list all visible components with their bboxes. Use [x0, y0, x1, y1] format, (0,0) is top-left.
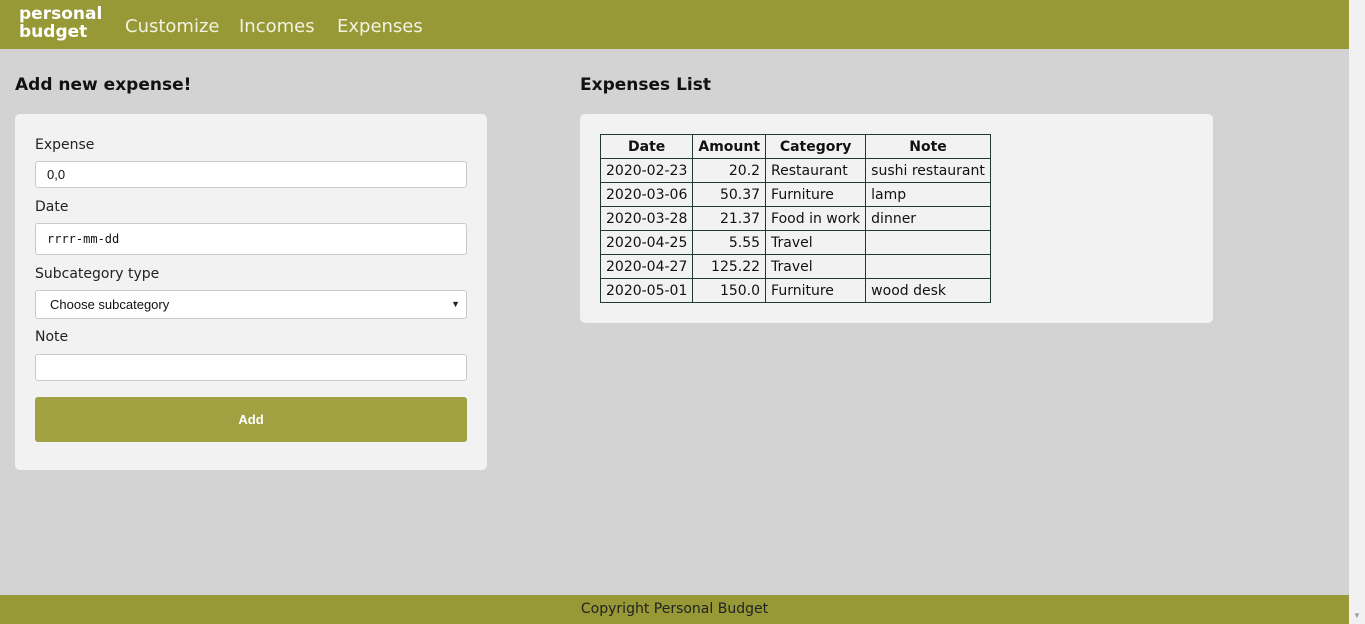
add-button[interactable]: Add [35, 397, 467, 442]
cell-note: sushi restaurant [865, 158, 991, 183]
table-header-row: Date Amount Category Note [599, 134, 991, 159]
cell-amount: 5.55 [692, 230, 767, 255]
subcategory-label: Subcategory type [35, 266, 160, 282]
cell-date: 2020-03-28 [599, 206, 694, 231]
cell-category: Food in work [765, 206, 867, 231]
cell-amount: 125.22 [692, 254, 767, 279]
chevron-down-icon: ▼ [451, 299, 460, 309]
subcategory-selected-value: Choose subcategory [50, 297, 170, 312]
table-row: 2020-05-01 150.0 Furniture wood desk [599, 278, 991, 303]
note-label: Note [35, 329, 69, 345]
top-navbar: personal budget Customize Incomes Expens… [0, 0, 1349, 49]
column-header-note: Note [865, 134, 991, 159]
cell-date: 2020-03-06 [599, 182, 694, 207]
table-row: 2020-04-25 5.55 Travel [599, 230, 991, 255]
column-header-date: Date [599, 134, 694, 159]
cell-note: dinner [865, 206, 991, 231]
table-row: 2020-02-23 20.2 Restaurant sushi restaur… [599, 158, 991, 183]
expense-label: Expense [35, 137, 95, 153]
cell-date: 2020-02-23 [599, 158, 694, 183]
cell-category: Restaurant [765, 158, 867, 183]
cell-date: 2020-05-01 [599, 278, 694, 303]
cell-category: Furniture [765, 278, 867, 303]
cell-note: lamp [865, 182, 991, 207]
cell-amount: 150.0 [692, 278, 767, 303]
cell-category: Travel [765, 230, 867, 255]
table-row: 2020-04-27 125.22 Travel [599, 254, 991, 279]
expense-amount-input[interactable]: 0,0 [35, 161, 467, 188]
table-row: 2020-03-28 21.37 Food in work dinner [599, 206, 991, 231]
cell-note [865, 230, 991, 255]
nav-customize[interactable]: Customize [125, 16, 219, 37]
copyright-text: Copyright Personal Budget [580, 601, 769, 617]
date-label: Date [35, 199, 69, 215]
page-footer: Copyright Personal Budget [0, 595, 1349, 624]
brand-line-2: budget [19, 22, 88, 42]
nav-expenses[interactable]: Expenses [337, 16, 423, 37]
cell-note: wood desk [865, 278, 991, 303]
vertical-scrollbar[interactable]: ▼ [1349, 0, 1365, 624]
cell-amount: 21.37 [692, 206, 767, 231]
cell-note [865, 254, 991, 279]
expenses-table: Date Amount Category Note 2020-02-23 20.… [599, 134, 991, 303]
cell-date: 2020-04-27 [599, 254, 694, 279]
expenses-list-card: Date Amount Category Note 2020-02-23 20.… [580, 114, 1213, 323]
add-expense-heading: Add new expense! [15, 75, 192, 95]
brand-line-1: personal [19, 4, 103, 24]
nav-incomes[interactable]: Incomes [239, 16, 315, 37]
cell-category: Travel [765, 254, 867, 279]
column-header-category: Category [765, 134, 867, 159]
brand-logo[interactable]: personal budget [19, 5, 102, 41]
subcategory-select[interactable]: Choose subcategory ▼ [35, 290, 467, 319]
cell-category: Furniture [765, 182, 867, 207]
cell-amount: 50.37 [692, 182, 767, 207]
expenses-list-heading: Expenses List [580, 75, 711, 95]
cell-date: 2020-04-25 [599, 230, 694, 255]
add-expense-form: Expense 0,0 Date rrrr-mm-dd Subcategory … [15, 114, 487, 470]
note-input[interactable] [35, 354, 467, 381]
date-input[interactable]: rrrr-mm-dd [35, 223, 467, 255]
table-row: 2020-03-06 50.37 Furniture lamp [599, 182, 991, 207]
scroll-down-arrow-icon[interactable]: ▼ [1353, 611, 1361, 620]
cell-amount: 20.2 [692, 158, 767, 183]
column-header-amount: Amount [692, 134, 767, 159]
